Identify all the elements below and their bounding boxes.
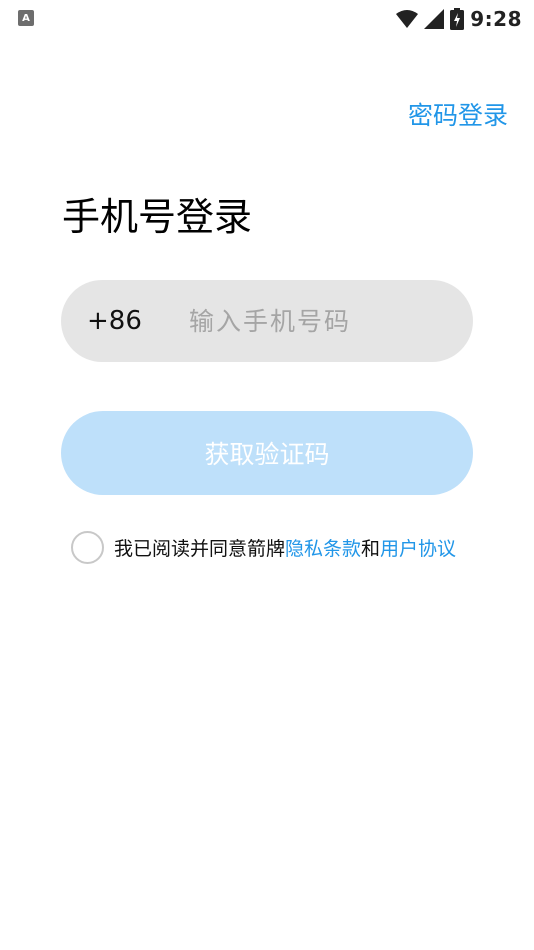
country-code[interactable]: +86	[87, 280, 142, 362]
wifi-icon	[396, 10, 419, 28]
agreement-row: 我已阅读并同意箭牌 隐私条款 和 用户协议	[71, 530, 456, 564]
phone-number-input[interactable]	[189, 296, 449, 346]
status-bar: A 9:28	[0, 0, 534, 38]
agreement-checkbox[interactable]	[71, 530, 104, 564]
privacy-policy-link[interactable]: 隐私条款	[285, 534, 361, 561]
agreement-prefix-text: 我已阅读并同意箭牌	[114, 537, 286, 560]
phone-input-box[interactable]: +86	[61, 280, 473, 362]
status-time: 9:28	[470, 7, 522, 31]
signal-icon	[424, 9, 445, 29]
battery-charging-icon	[450, 8, 465, 30]
user-agreement-link[interactable]: 用户协议	[380, 534, 456, 561]
app-notification-icon: A	[18, 10, 34, 26]
status-icons: 9:28	[396, 6, 522, 32]
get-verification-code-button[interactable]: 获取验证码	[61, 411, 473, 495]
agreement-and-text: 和	[361, 537, 381, 560]
password-login-link[interactable]: 密码登录	[408, 96, 508, 132]
page-title: 手机号登录	[62, 195, 253, 239]
